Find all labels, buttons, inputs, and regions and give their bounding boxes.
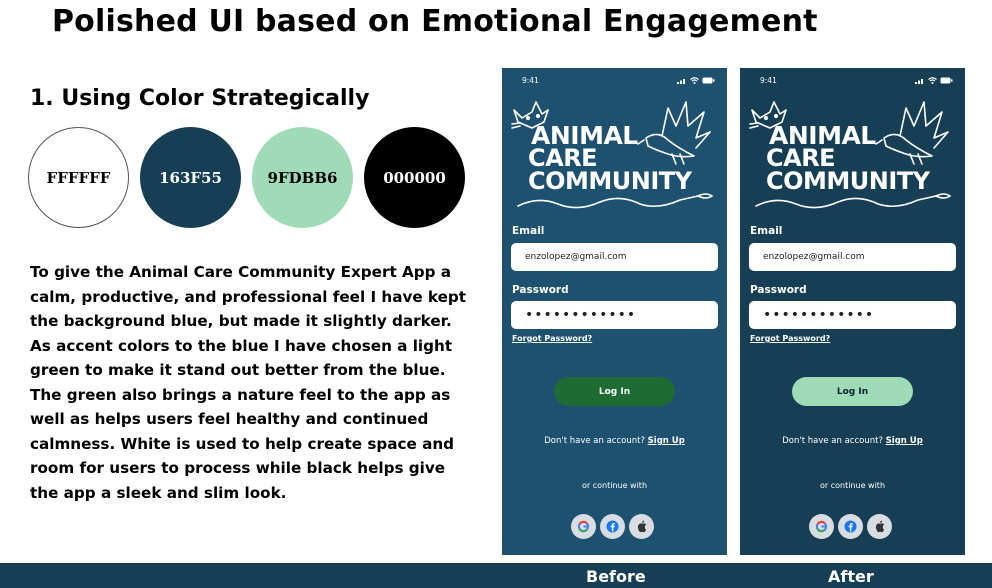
signal-icon xyxy=(677,79,685,84)
social-login-row xyxy=(809,514,892,539)
password-field[interactable]: •••••••••••• xyxy=(511,301,718,329)
facebook-icon[interactable] xyxy=(838,514,863,539)
battery-icon xyxy=(702,77,715,84)
status-time: 9:41 xyxy=(522,76,539,85)
password-field[interactable]: •••••••••••• xyxy=(749,301,956,329)
status-bar: 9:41 xyxy=(740,76,965,88)
forgot-password-link[interactable]: Forgot Password? xyxy=(512,334,592,343)
swatch-light-green: 9FDBB6 xyxy=(252,127,353,228)
signal-icon xyxy=(915,79,923,84)
after-label: After xyxy=(828,567,874,586)
bird-icon xyxy=(875,101,949,165)
google-icon[interactable] xyxy=(571,514,596,539)
signup-link[interactable]: Sign Up xyxy=(648,436,685,446)
status-bar: 9:41 xyxy=(502,76,727,88)
login-button[interactable]: Log In xyxy=(792,377,913,406)
facebook-icon[interactable] xyxy=(600,514,625,539)
wifi-icon xyxy=(690,77,699,84)
password-label: Password xyxy=(750,284,807,296)
password-label: Password xyxy=(512,284,569,296)
logo-line-3: COMMUNITY xyxy=(766,167,930,195)
swatch-white: FFFFFF xyxy=(28,127,129,228)
bird-icon xyxy=(637,101,711,165)
phone-after: 9:41 ANIMAL CARE COMMUNITY Email enzolop… xyxy=(740,68,965,555)
wifi-icon xyxy=(928,77,937,84)
signup-link[interactable]: Sign Up xyxy=(886,436,923,446)
logo-line-3: COMMUNITY xyxy=(528,167,692,195)
description-text: To give the Animal Care Community Expert… xyxy=(30,263,467,502)
section-heading: 1. Using Color Strategically xyxy=(30,86,370,111)
email-label: Email xyxy=(750,225,783,237)
email-field[interactable]: enzolopez@gmail.com xyxy=(749,243,956,271)
status-icons xyxy=(915,77,953,84)
app-logo: ANIMAL CARE COMMUNITY xyxy=(746,96,958,214)
signup-prompt: Don't have an account? xyxy=(544,436,645,446)
phone-before: 9:41 ANIMAL CARE COMMUNITY Email enzolop… xyxy=(502,68,727,555)
social-login-row xyxy=(571,514,654,539)
swatch-label: 000000 xyxy=(383,168,446,187)
signup-prompt: Don't have an account? xyxy=(782,436,883,446)
battery-icon xyxy=(940,77,953,84)
swatch-label: FFFFFF xyxy=(46,168,111,187)
snake-icon xyxy=(755,193,952,209)
continue-label: or continue with xyxy=(581,481,648,490)
apple-icon[interactable] xyxy=(629,514,654,539)
swatch-dark-blue: 163F55 xyxy=(140,127,241,228)
snake-icon xyxy=(517,193,714,209)
email-field[interactable]: enzolopez@gmail.com xyxy=(511,243,718,271)
login-button[interactable]: Log In xyxy=(554,377,675,406)
status-time: 9:41 xyxy=(760,76,777,85)
google-icon[interactable] xyxy=(809,514,834,539)
status-icons xyxy=(677,77,715,84)
signup-line: Don't have an account? Sign Up xyxy=(502,436,727,446)
apple-icon[interactable] xyxy=(867,514,892,539)
forgot-password-link[interactable]: Forgot Password? xyxy=(750,334,830,343)
swatch-label: 163F55 xyxy=(159,168,222,187)
signup-line: Don't have an account? Sign Up xyxy=(740,436,965,446)
swatch-black: 000000 xyxy=(364,127,465,228)
app-logo: ANIMAL CARE COMMUNITY xyxy=(508,96,720,214)
before-label: Before xyxy=(586,567,646,586)
continue-label: or continue with xyxy=(819,481,886,490)
email-label: Email xyxy=(512,225,545,237)
swatch-label: 9FDBB6 xyxy=(267,168,338,187)
page-title: Polished UI based on Emotional Engagemen… xyxy=(52,4,818,39)
